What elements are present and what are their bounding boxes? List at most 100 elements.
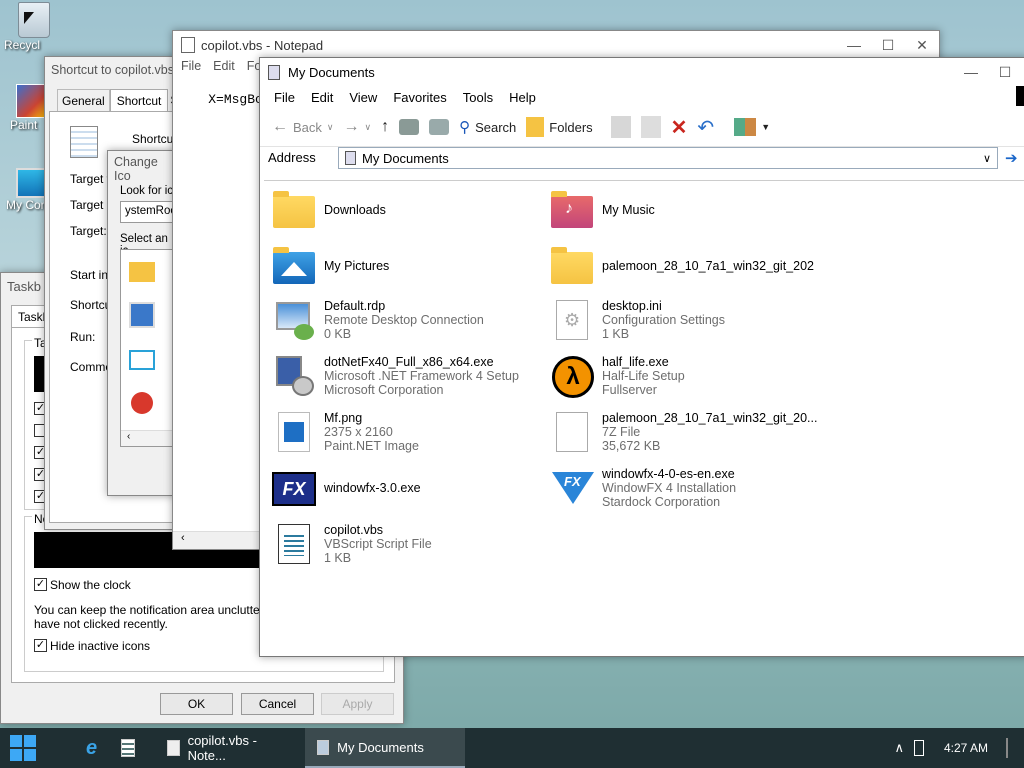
horizontal-scrollbar[interactable]: ‹	[173, 531, 261, 549]
taskbar-label: My Documents	[337, 739, 424, 755]
back-button[interactable]: ← Back ∨	[272, 118, 334, 136]
field-label: Run:	[70, 330, 96, 344]
taskbar-explorer[interactable]: My Documents	[305, 728, 466, 768]
shortcut-label: Shortcut	[132, 132, 177, 146]
hide-inactive-checkbox[interactable]: ✓	[34, 639, 47, 652]
file-list: Downloads ♪ My Music My Pictures palemoo…	[264, 180, 1024, 650]
installer-icon	[272, 354, 316, 398]
copy-to-icon	[640, 116, 661, 138]
file-item[interactable]: FX windowfx-4-0-es-en.exe WindowFX 4 Inst…	[550, 463, 820, 513]
file-item[interactable]: palemoon_28_10_7a1_win32_git_202	[550, 241, 820, 291]
file-item[interactable]: λ half_life.exe Half-Life Setup Fullserver	[550, 351, 820, 401]
delete-icon: ✕	[670, 116, 688, 139]
delete-button[interactable]: ✕	[671, 115, 688, 140]
taskbar-ie[interactable]: e	[74, 728, 109, 768]
taskbar-notepad[interactable]: copilot.vbs - Note...	[155, 728, 305, 768]
show-desktop-button[interactable]	[1006, 738, 1008, 758]
file-item[interactable]: copilot.vbs VBScript Script File 1 KB	[272, 519, 542, 569]
maximize-icon[interactable]: ☐	[871, 37, 905, 54]
file-item[interactable]: palemoon_28_10_7a1_win32_git_20... 7Z Fil…	[550, 407, 820, 457]
menu-favorites[interactable]: Favorites	[385, 90, 454, 105]
file-item[interactable]: FX windowfx-3.0.exe	[272, 463, 542, 513]
vbs-file-icon	[272, 522, 316, 566]
window-edge	[1016, 86, 1024, 106]
folder-icon[interactable]	[129, 262, 155, 282]
desktop-icon-label: Recycl	[4, 38, 41, 52]
tab-general[interactable]: General	[57, 89, 110, 112]
up-button[interactable]: ↑	[381, 118, 389, 136]
archive-file-icon	[550, 410, 594, 454]
chevron-up-icon[interactable]: ∧	[894, 740, 904, 756]
file-item[interactable]: ⚙ desktop.ini Configuration Settings 1 KB	[550, 295, 820, 345]
taskbar-script[interactable]	[109, 728, 147, 768]
usb-icon[interactable]	[913, 740, 924, 756]
field-label: Target:	[70, 224, 107, 238]
menu-help[interactable]: Help	[501, 90, 544, 105]
window-title: Change Ico	[114, 155, 158, 183]
move-to-icon	[610, 116, 631, 138]
windows-logo-icon	[10, 735, 36, 761]
search-icon: ⚲	[459, 119, 471, 136]
power-icon[interactable]	[131, 392, 153, 414]
field-label: Start in:	[70, 268, 112, 282]
folders-button[interactable]: Folders	[526, 117, 593, 137]
menu-tools[interactable]: Tools	[455, 90, 501, 105]
search-button[interactable]: ⚲ Search	[459, 118, 516, 136]
look-for-label: Look for ic	[120, 185, 174, 197]
menu-file[interactable]: File	[175, 59, 207, 77]
show-clock-label: Show the clock	[50, 578, 131, 592]
file-item[interactable]: ♪ My Music	[550, 185, 820, 235]
window-title: copilot.vbs - Notepad	[201, 37, 324, 53]
copy-to-button[interactable]	[640, 116, 661, 138]
address-value: My Documents	[362, 150, 449, 166]
apply-button[interactable]: Apply	[321, 693, 394, 715]
show-clock-checkbox[interactable]: ✓	[34, 578, 47, 591]
icon-path-value: ystemRoo	[125, 205, 177, 217]
map-drive-button[interactable]	[399, 119, 420, 135]
go-arrow-icon[interactable]: ➔	[1005, 149, 1018, 167]
my-documents-icon	[268, 64, 280, 80]
file-item[interactable]: dotNetFx40_Full_x86_x64.exe Microsoft .NE…	[272, 351, 542, 401]
menu-edit[interactable]: Edit	[207, 59, 241, 77]
start-button[interactable]	[0, 728, 46, 768]
ini-file-icon: ⚙	[550, 298, 594, 342]
hide-inactive-label: Hide inactive icons	[50, 639, 151, 653]
disconnect-drive-button[interactable]	[429, 119, 450, 135]
folders-icon	[526, 117, 545, 137]
undo-button[interactable]: ↶	[697, 115, 714, 140]
minimize-icon[interactable]: —	[837, 37, 871, 54]
menu-edit[interactable]: Edit	[303, 90, 341, 105]
windowfx-icon: FX	[272, 466, 316, 510]
explorer-window: My Documents — ☐ File Edit View Favorite…	[259, 57, 1024, 657]
window-title: Shortcut to copilot.vbs	[51, 63, 174, 77]
notepad-text-area[interactable]: X=MsgBox("	[177, 77, 286, 531]
move-to-button[interactable]	[610, 116, 631, 138]
ok-button[interactable]: OK	[160, 693, 233, 715]
network-drive-icon	[399, 119, 420, 135]
cancel-button[interactable]: Cancel	[241, 693, 314, 715]
address-input[interactable]: My Documents ∨	[338, 147, 998, 169]
file-item[interactable]: Mf.png 2375 x 2160 Paint.NET Image	[272, 407, 542, 457]
folder-icon	[550, 244, 594, 288]
document-icon[interactable]	[129, 302, 155, 328]
views-button[interactable]: ▼	[734, 118, 770, 136]
menu-file[interactable]: File	[266, 90, 303, 105]
file-item[interactable]: My Pictures	[272, 241, 542, 291]
notepad-icon	[181, 37, 195, 53]
desktop-icon-recycle-bin[interactable]: Recycl	[4, 2, 64, 52]
forward-button[interactable]: → ∨	[344, 118, 372, 136]
notepad-icon	[167, 740, 180, 756]
minimize-icon[interactable]: —	[954, 64, 988, 81]
clock[interactable]: 4:27 AM	[944, 741, 988, 755]
window-icon[interactable]	[129, 350, 155, 370]
internet-explorer-icon: e	[86, 736, 98, 759]
chevron-down-icon[interactable]: ∨	[983, 152, 991, 165]
menu-view[interactable]: View	[341, 90, 385, 105]
back-arrow-icon: ←	[272, 118, 288, 135]
tab-shortcut[interactable]: Shortcut	[109, 89, 169, 112]
maximize-icon[interactable]: ☐	[988, 64, 1022, 81]
close-icon[interactable]: ✕	[905, 37, 939, 54]
disconnect-drive-icon	[429, 119, 450, 135]
file-item[interactable]: Default.rdp Remote Desktop Connection 0 KB	[272, 295, 542, 345]
file-item[interactable]: Downloads	[272, 185, 542, 235]
